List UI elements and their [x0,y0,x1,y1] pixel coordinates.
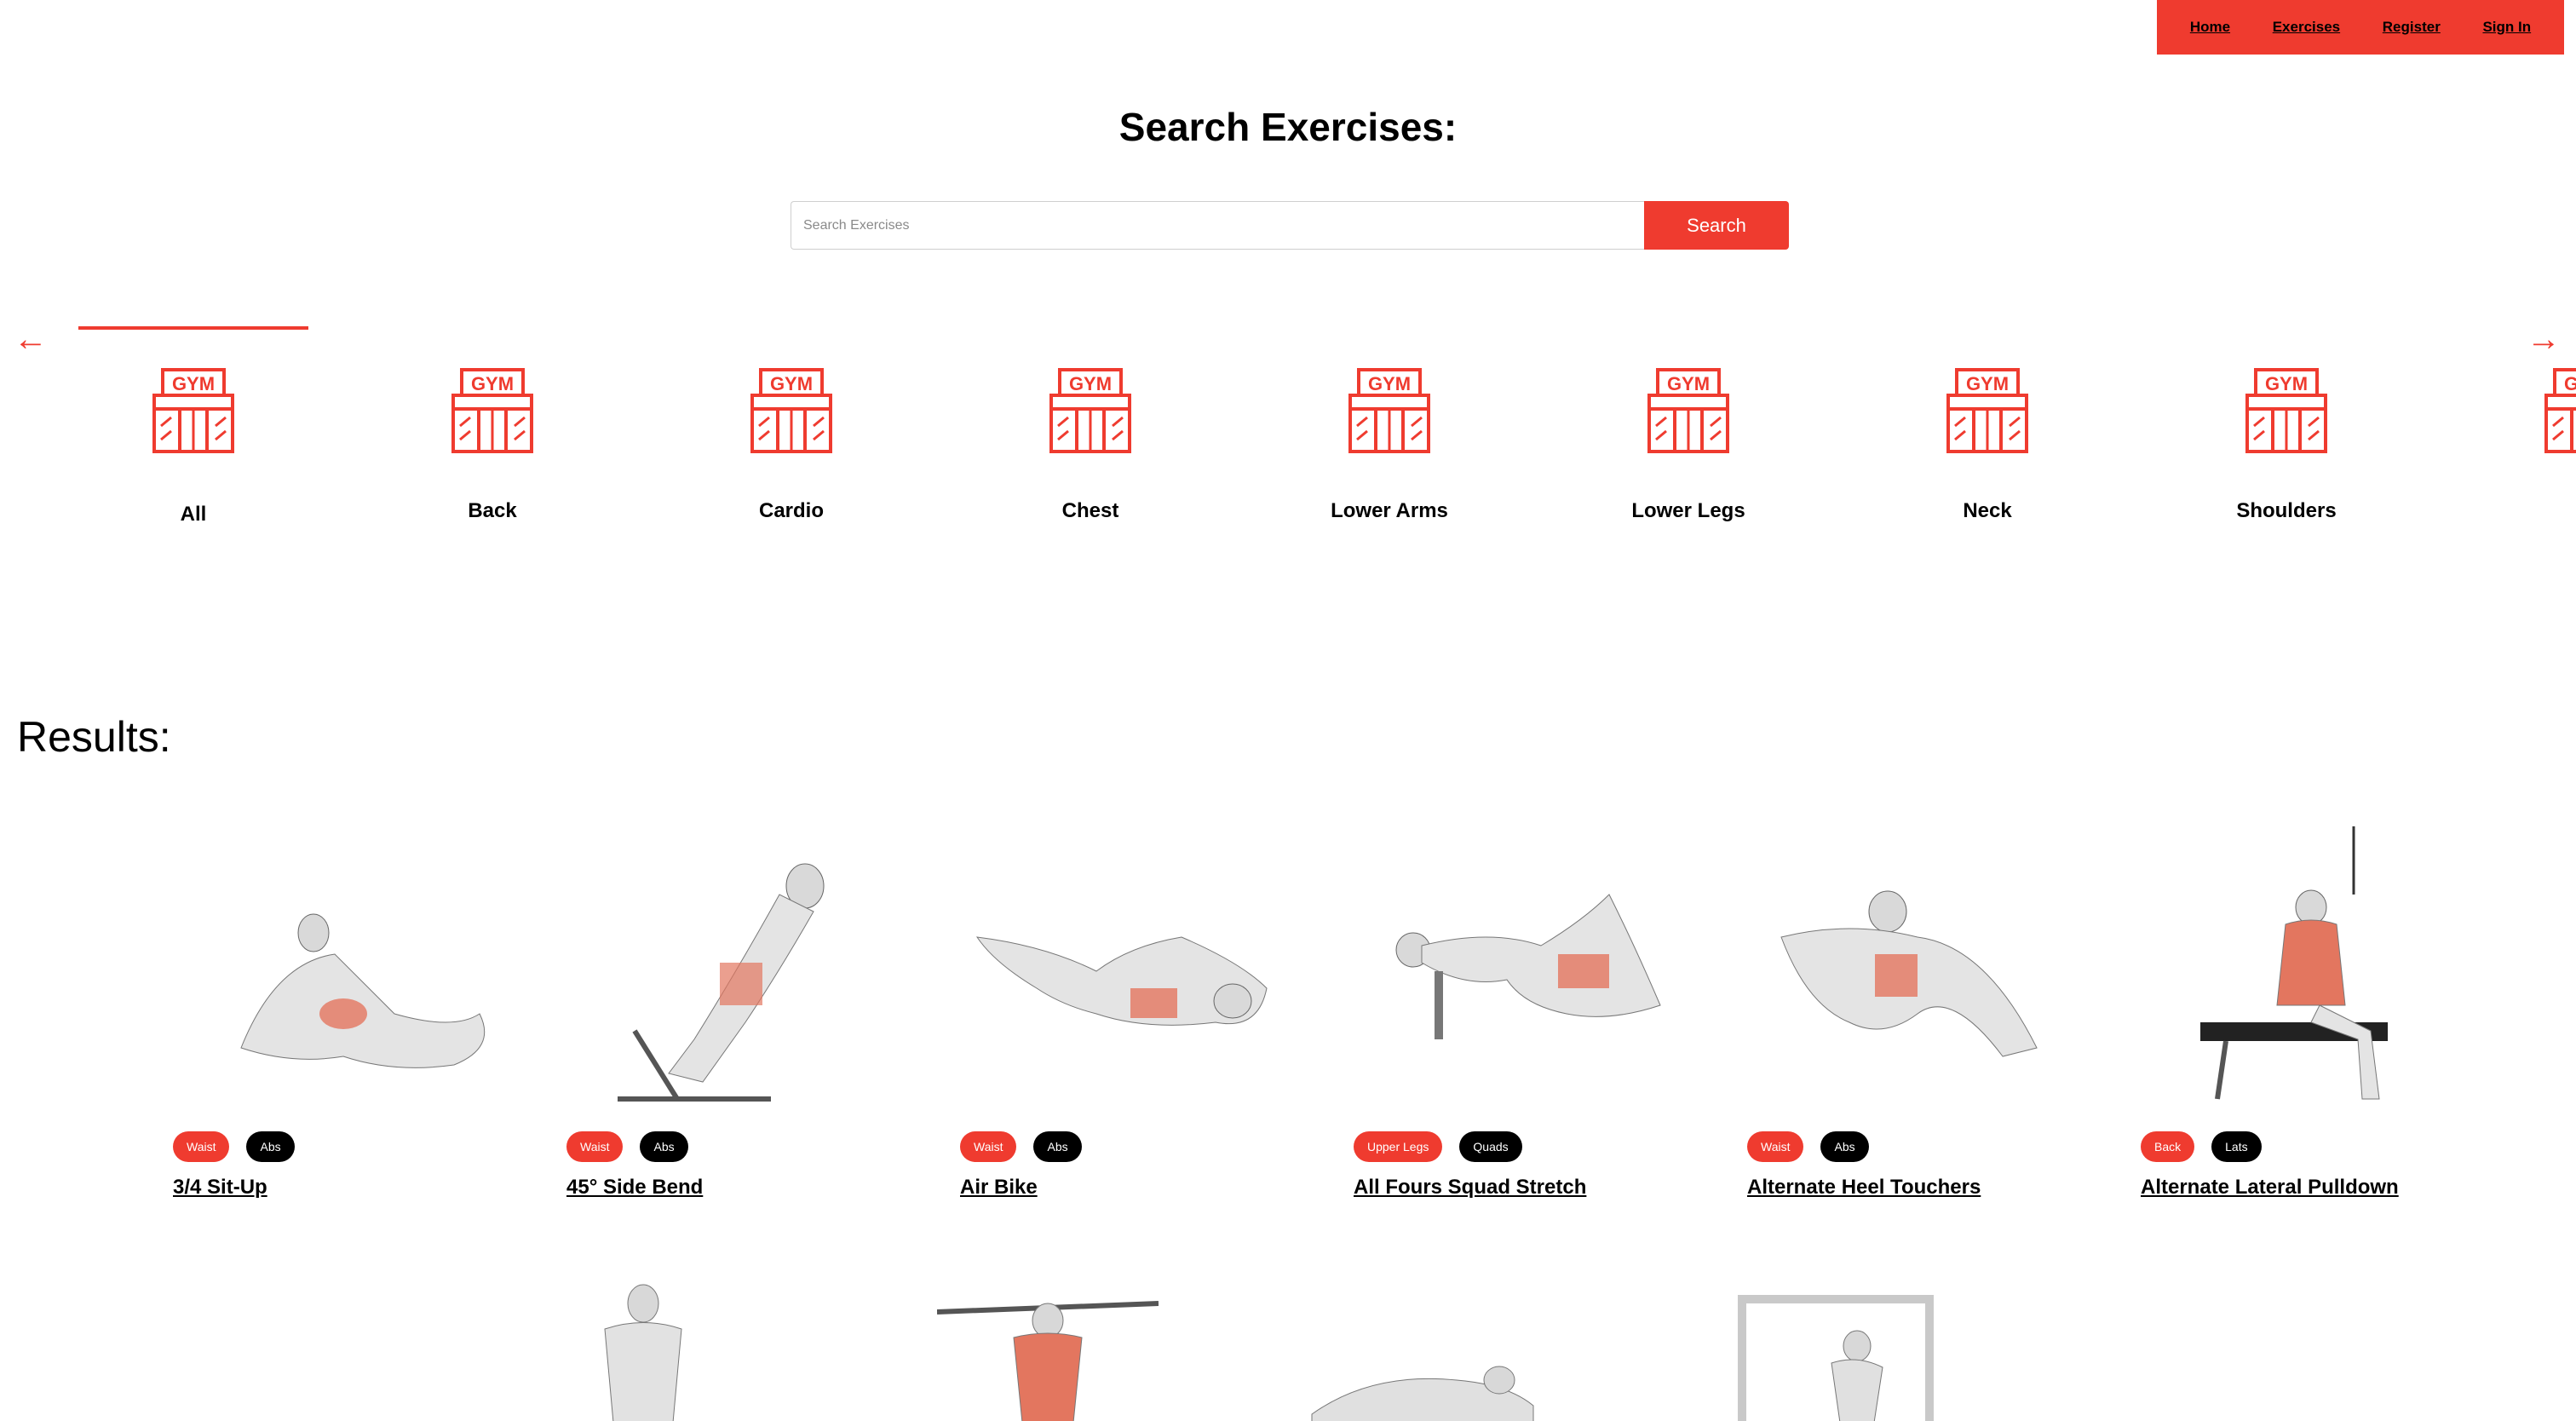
category-cardio[interactable]: GYM Cardio [676,324,906,528]
exercise-image-partial [1738,1295,1934,1421]
exercise-image[interactable] [1354,818,1677,1125]
nav-home-link[interactable]: Home [2190,19,2230,36]
exercise-name-link[interactable]: Alternate Lateral Pulldown [2141,1176,2399,1200]
category-shoulders[interactable]: GYM Shoulders [2171,324,2401,528]
gym-icon-text: GYM [471,373,514,394]
exercise-image[interactable] [2141,818,2464,1125]
category-lower-arms[interactable]: GYM Lower Arms [1274,324,1504,528]
body-part-tag[interactable]: Waist [960,1131,1017,1162]
body-part-tag[interactable]: Waist [566,1131,624,1162]
target-muscle-tag[interactable]: Abs [246,1131,295,1162]
exercise-image[interactable] [566,818,890,1125]
category-lower-legs[interactable]: GYM Lower Legs [1573,324,1803,528]
exercise-image[interactable] [173,818,497,1125]
gym-icon: GYM [2544,368,2576,453]
exercise-image[interactable] [1747,818,2071,1125]
exercise-image-partial [937,1301,1159,1421]
gym-icon-text: GYM [2265,373,2308,394]
body-part-tag[interactable]: Upper Legs [1354,1131,1443,1162]
search-input[interactable] [791,201,1644,250]
exercise-tags: Upper Legs Quads [1354,1131,1522,1162]
gym-icon: GYM [1946,368,2028,453]
gym-icon: GYM [1049,368,1131,453]
nav-register-link[interactable]: Register [2383,19,2441,36]
body-part-tag[interactable]: Back [2141,1131,2195,1162]
exercise-tags: Waist Abs [173,1131,295,1162]
exercise-tags: Waist Abs [566,1131,688,1162]
gym-icon-text: GYM [172,373,215,394]
gym-icon-text: GYM [1368,373,1411,394]
active-category-indicator [78,326,308,330]
gym-icon-text: GYM [1069,373,1112,394]
gym-icon-text: GYM [1667,373,1710,394]
category-label: Lower Legs [1631,499,1745,522]
gym-icon: GYM [152,368,234,453]
gym-icon: GYM [1647,368,1729,453]
exercise-image[interactable] [960,818,1284,1125]
category-label: Back [468,499,517,522]
category-label: Lower Arms [1331,499,1448,522]
target-muscle-tag[interactable]: Quads [1459,1131,1522,1162]
exercise-tags: Back Lats [2141,1131,2262,1162]
exercise-name-link[interactable]: 45° Side Bend [566,1176,703,1200]
target-muscle-tag[interactable]: Abs [640,1131,688,1162]
gym-icon: GYM [2245,368,2327,453]
category-back[interactable]: GYM Back [377,324,607,528]
body-part-tag[interactable]: Waist [1747,1131,1804,1162]
gym-icon: GYM [1348,368,1430,453]
nav-signin-link[interactable]: Sign In [2482,19,2531,36]
exercise-search-page: Home Exercises Register Sign In Search E… [0,0,2576,1421]
target-muscle-tag[interactable]: Lats [2211,1131,2262,1162]
category-u[interactable]: GYM U [2470,324,2576,528]
exercise-tags: Waist Abs [1747,1131,1869,1162]
results-heading: Results: [17,713,171,761]
search-button[interactable]: Search [1644,201,1789,250]
category-label: Neck [1963,499,2012,522]
exercise-name-link[interactable]: Alternate Heel Touchers [1747,1176,1981,1200]
category-label: Shoulders [2236,499,2337,522]
page-title: Search Exercises: [1118,105,1458,149]
gym-icon: GYM [750,368,832,453]
target-muscle-tag[interactable]: Abs [1820,1131,1869,1162]
category-all[interactable]: GYM All [78,324,308,528]
exercise-image-partial [1311,1366,1534,1421]
exercise-image-partial [604,1284,682,1421]
category-scroller: GYM All GYM Back GYM Cardio GYM Chest GYM Lower A… [0,324,2576,528]
exercise-name-link[interactable]: 3/4 Sit-Up [173,1176,267,1200]
top-nav: Home Exercises Register Sign In [2157,0,2564,55]
gym-icon-text: GYM [2564,373,2576,394]
gym-icon: GYM [451,368,533,453]
category-label: Cardio [758,499,824,522]
gym-icon-text: GYM [1966,373,2009,394]
category-label: All [180,503,207,526]
target-muscle-tag[interactable]: Abs [1033,1131,1082,1162]
exercise-name-link[interactable]: Air Bike [960,1176,1038,1200]
gym-icon-text: GYM [770,373,813,394]
category-label: U [2470,499,2576,523]
search-bar: Search [791,201,1789,250]
exercise-name-link[interactable]: All Fours Squad Stretch [1354,1176,1586,1200]
nav-exercises-link[interactable]: Exercises [2273,19,2340,36]
body-part-tag[interactable]: Waist [173,1131,230,1162]
category-label: Chest [1061,499,1119,522]
category-neck[interactable]: GYM Neck [1872,324,2102,528]
exercise-tags: Waist Abs [960,1131,1082,1162]
category-chest[interactable]: GYM Chest [975,324,1205,528]
